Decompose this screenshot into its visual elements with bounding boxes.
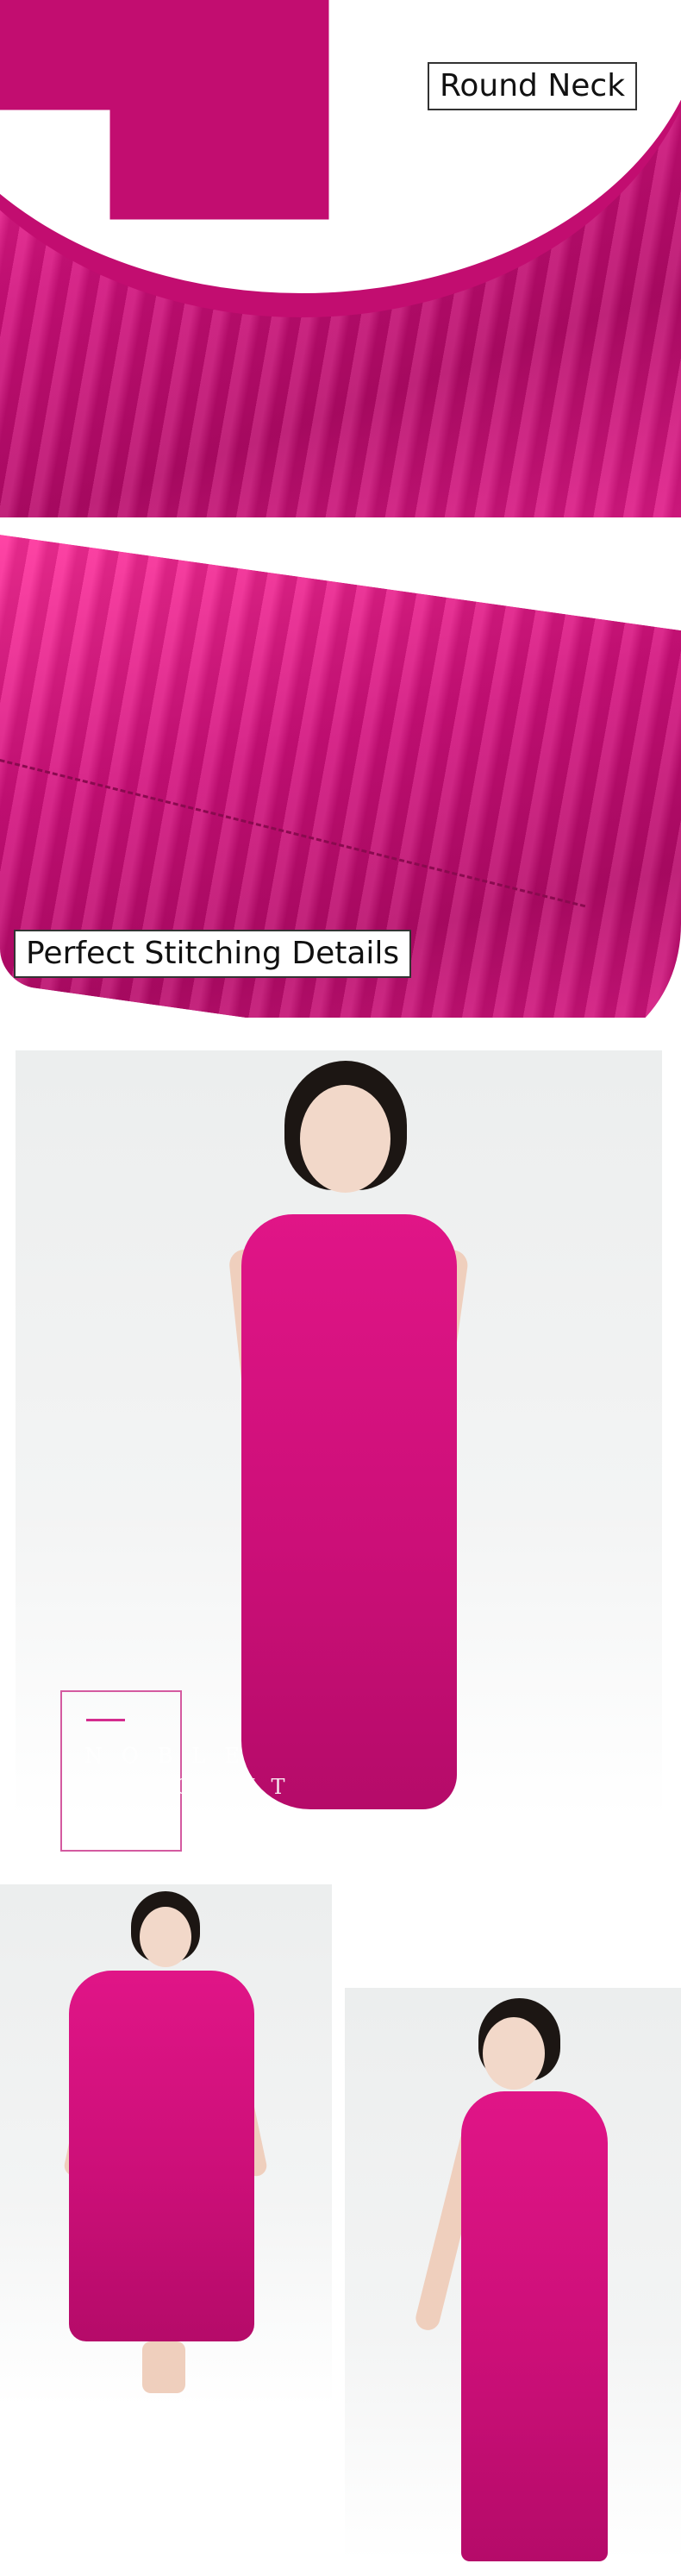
watermark-line-1: NOBLE <box>84 1744 259 1768</box>
model-side-view-photo <box>345 1988 681 2561</box>
stitching-details-label: Perfect Stitching Details <box>14 930 412 978</box>
model-legs <box>142 2341 185 2393</box>
model-face <box>300 1085 390 1193</box>
round-neck-label: Round Neck <box>428 62 638 110</box>
model-dress <box>461 2091 608 2561</box>
model-dress <box>69 1971 254 2341</box>
watermark-accent-line <box>86 1719 125 1721</box>
model-face <box>140 1907 191 1967</box>
model-face <box>483 2017 545 2090</box>
model-dress <box>241 1214 457 1809</box>
watermark-frame <box>60 1690 182 1852</box>
watermark-line-2: ELEGANT <box>84 1775 301 1799</box>
model-full-length-photo <box>0 1884 332 2406</box>
neckline-curve <box>0 0 681 317</box>
